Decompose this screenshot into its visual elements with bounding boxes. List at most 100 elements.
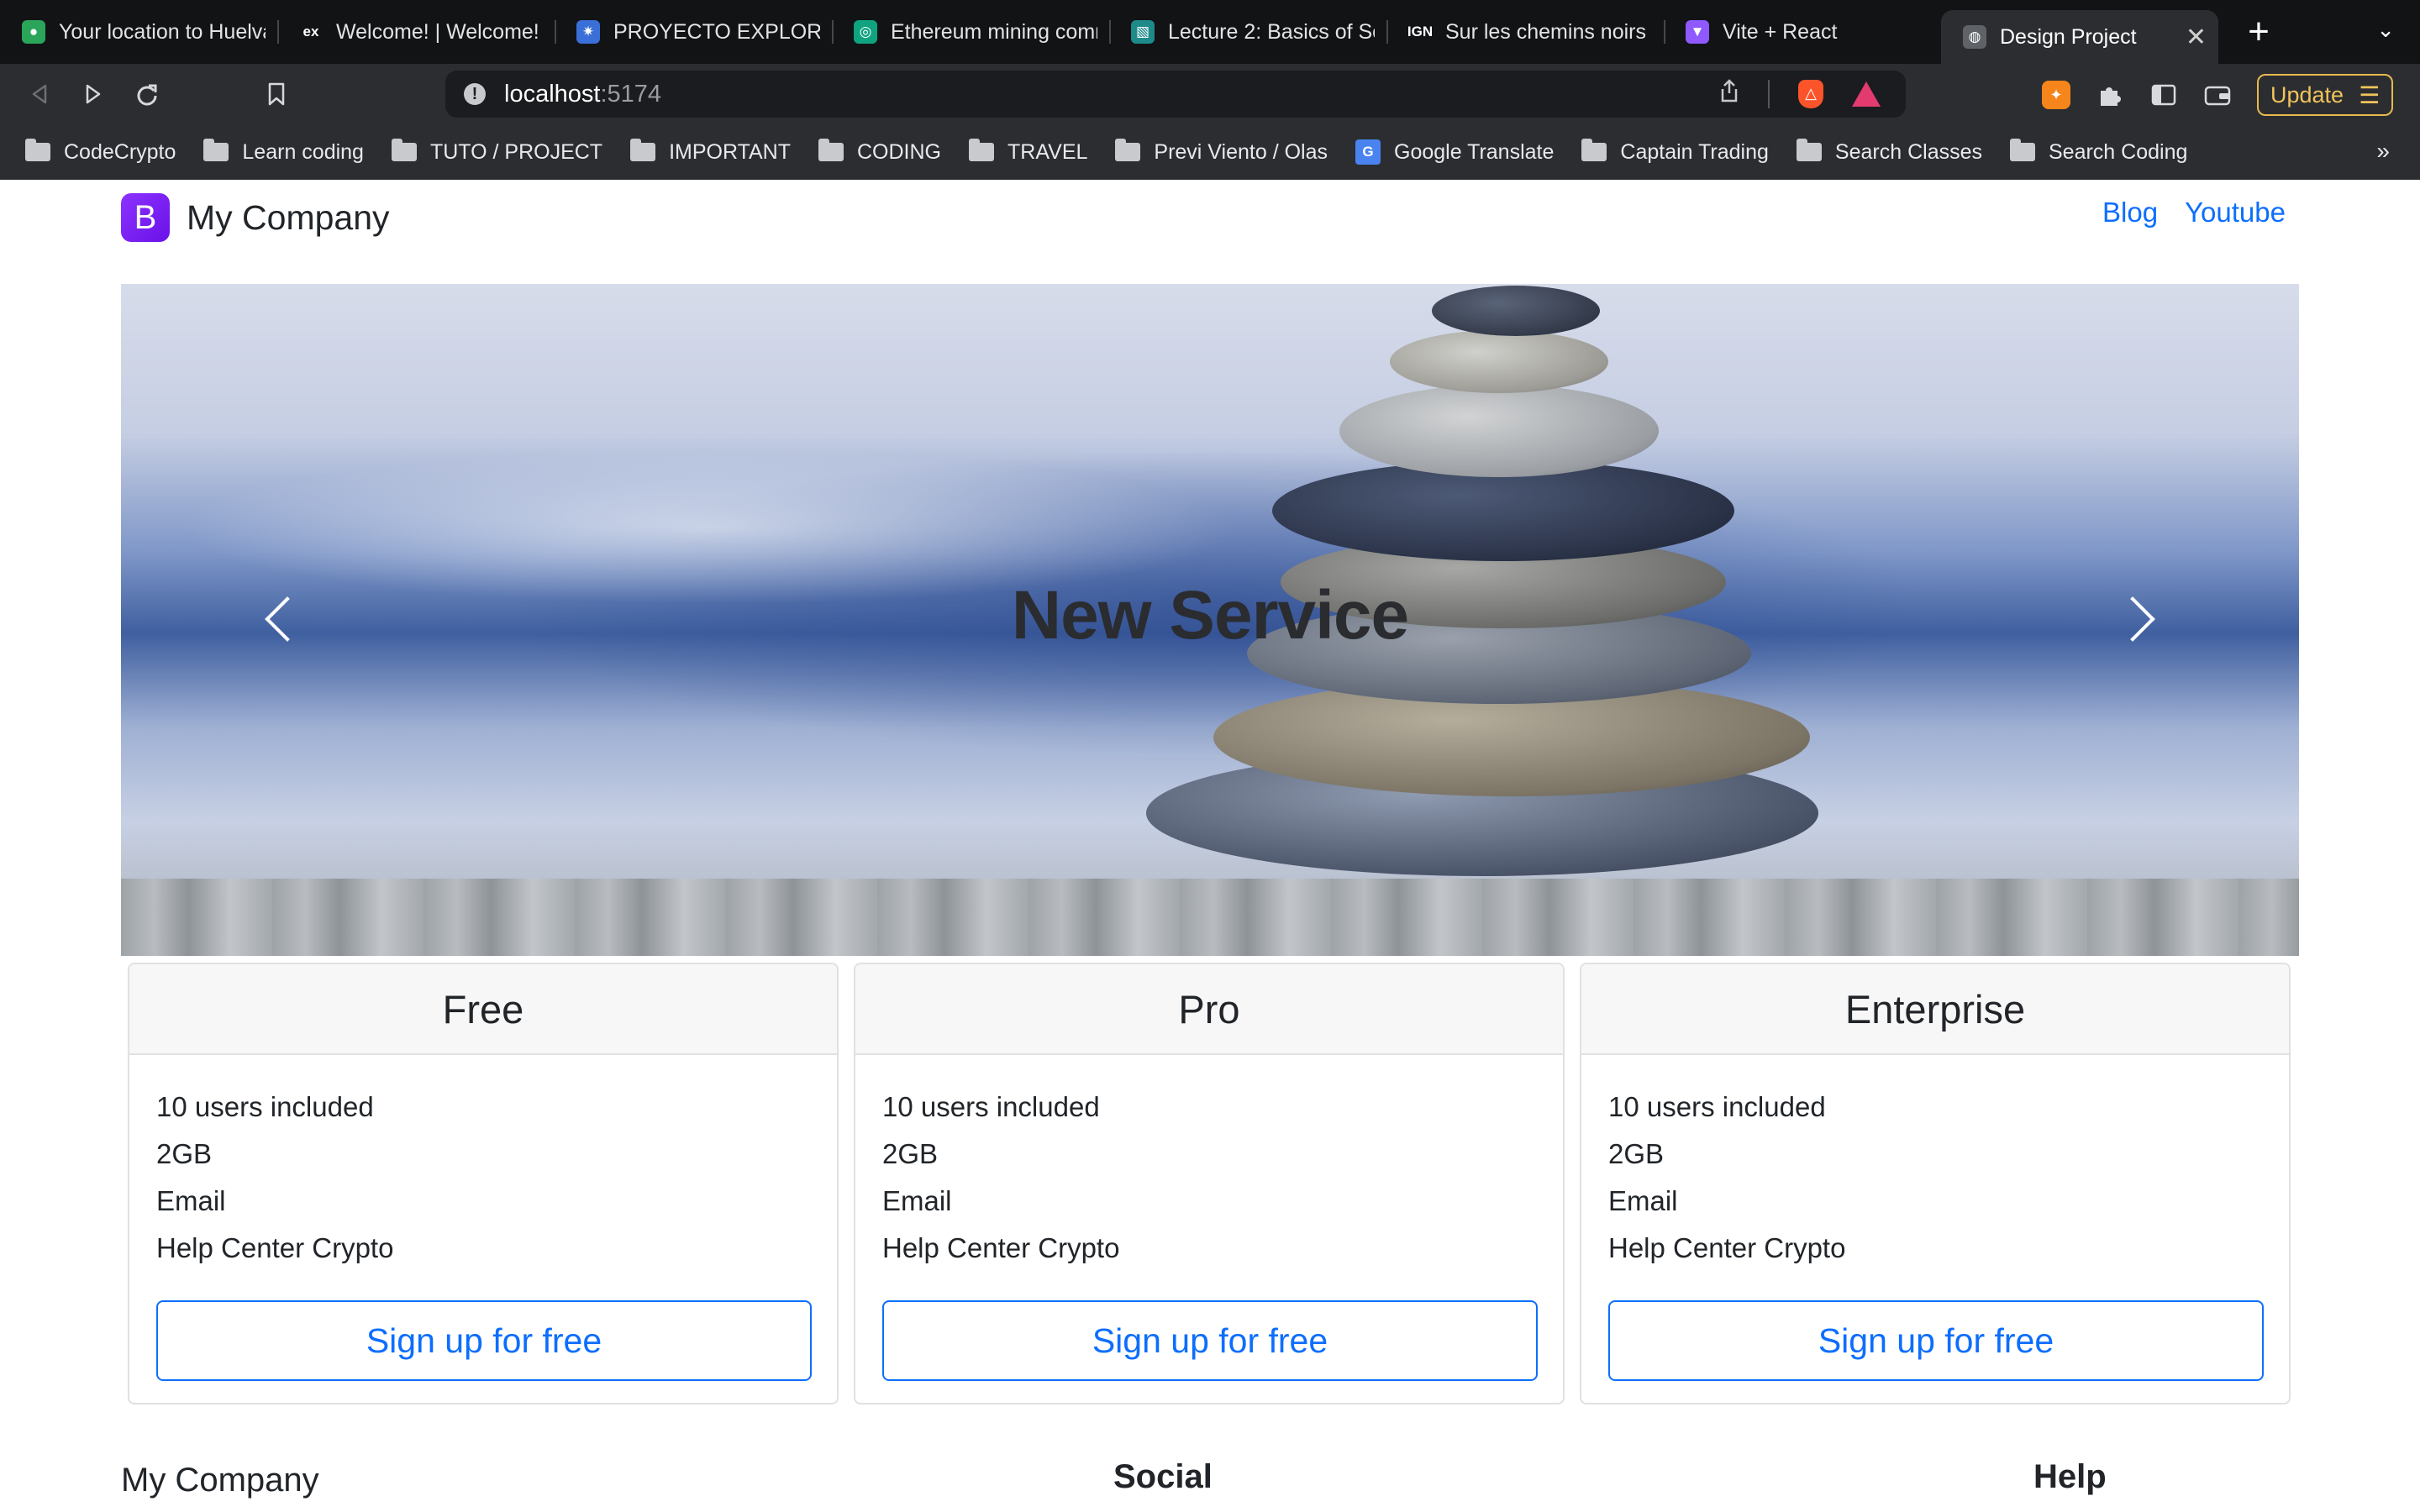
bookmark-item[interactable]: Search Coding bbox=[2010, 139, 2187, 165]
brave-shields-icon[interactable]: △ bbox=[1798, 79, 1823, 108]
browser-tab[interactable]: ex Welcome! | Welcome! | bbox=[277, 0, 555, 64]
bookmark-label: Google Translate bbox=[1394, 139, 1555, 164]
update-label: Update bbox=[2270, 81, 2344, 108]
chevron-left-icon bbox=[265, 596, 310, 642]
tab-title: Vite + React bbox=[1723, 19, 1838, 44]
forward-button[interactable] bbox=[79, 80, 108, 108]
url-host: localhost bbox=[504, 80, 601, 108]
sidebar-glyph bbox=[2151, 84, 2176, 106]
tab-search-chevron-icon[interactable]: ⌄ bbox=[2376, 17, 2395, 43]
more-bookmarks-button[interactable]: » bbox=[2376, 138, 2390, 165]
metamask-extension-icon[interactable]: ✦ bbox=[2042, 81, 2070, 109]
bookmark-item[interactable]: Captain Trading bbox=[1581, 139, 1769, 165]
reload-icon bbox=[137, 84, 157, 106]
forward-arrow-icon bbox=[86, 84, 101, 104]
browser-tab[interactable]: ▼ Vite + React bbox=[1664, 0, 1941, 64]
plan-feature: 2GB bbox=[1608, 1138, 1665, 1169]
reload-button[interactable] bbox=[133, 80, 161, 108]
brave-rewards-icon[interactable] bbox=[1852, 81, 1881, 107]
bookmark-label: TRAVEL bbox=[1007, 139, 1088, 164]
plan-body: 10 users included 2GB Email Help Center Cry… bbox=[129, 1055, 837, 1381]
carousel-prev-button[interactable] bbox=[255, 590, 310, 648]
browser-tab[interactable]: ✷ PROYECTO EXPLORER bbox=[555, 0, 832, 64]
menu-icon: ☰ bbox=[2359, 81, 2381, 108]
nav-link-youtube[interactable]: Youtube bbox=[2185, 197, 2286, 228]
footer-help-heading: Help bbox=[2033, 1458, 2107, 1495]
pricing-card-enterprise: Enterprise 10 users included 2GB Email Help … bbox=[1580, 963, 2291, 1404]
tab-title: Your location to Huelva bbox=[59, 19, 266, 44]
folder-icon bbox=[2010, 139, 2035, 161]
browser-tab[interactable]: ◎ Ethereum mining comm bbox=[832, 0, 1109, 64]
url-text[interactable]: localhost:5174 bbox=[504, 81, 661, 108]
tab-title: Lecture 2: Basics of So bbox=[1168, 19, 1375, 44]
folder-icon bbox=[1581, 139, 1607, 161]
plan-feature: 10 users included bbox=[1608, 1091, 1826, 1122]
new-tab-button[interactable]: + bbox=[2242, 11, 2275, 53]
hero-image-deck bbox=[121, 879, 2299, 956]
bookmark-label: TUTO / PROJECT bbox=[429, 139, 603, 164]
browser-tab[interactable]: ◍ Design Project ✕ bbox=[1941, 10, 2218, 64]
tab-title: PROYECTO EXPLORER bbox=[613, 19, 820, 44]
plan-feature: Email bbox=[156, 1185, 226, 1216]
folder-icon bbox=[818, 139, 844, 161]
share-glyph bbox=[1721, 79, 1738, 102]
bookmark-item[interactable]: Previ Viento / Olas bbox=[1115, 139, 1328, 165]
update-button[interactable]: Update ☰ bbox=[2257, 74, 2393, 116]
browser-tab[interactable]: IGN Sur les chemins noirs bbox=[1386, 0, 1664, 64]
url-port: :5174 bbox=[600, 80, 662, 108]
site-info-icon[interactable]: ! bbox=[464, 83, 486, 105]
toolbar-right-actions: ✦ Update ☰ bbox=[2042, 74, 2393, 116]
back-button[interactable] bbox=[25, 80, 54, 108]
wallet-glyph bbox=[2204, 86, 2231, 106]
plan-feature: 2GB bbox=[882, 1138, 939, 1169]
share-icon[interactable] bbox=[1719, 79, 1739, 108]
puzzle-glyph bbox=[2101, 87, 2121, 106]
bookmarks-bar: CodeCrypto Learn coding TUTO / PROJECT IMPO… bbox=[0, 124, 2420, 180]
plan-feature: 10 users included bbox=[156, 1091, 374, 1122]
favicon-icon: ✷ bbox=[576, 20, 600, 44]
favicon-icon: IGN bbox=[1407, 20, 1433, 44]
bookmark-label: Learn coding bbox=[242, 139, 364, 164]
hero-title: New Service bbox=[1011, 577, 1409, 654]
browser-tab[interactable]: ● Your location to Huelva bbox=[0, 0, 277, 64]
bookmarks-list: CodeCrypto Learn coding TUTO / PROJECT IMPO… bbox=[25, 139, 2215, 165]
bookmark-page-button[interactable] bbox=[262, 80, 291, 108]
bookmark-item[interactable]: G Google Translate bbox=[1355, 139, 1554, 165]
bookmark-item[interactable]: TUTO / PROJECT bbox=[391, 139, 603, 165]
plan-feature: Help Center Crypto bbox=[882, 1232, 1120, 1263]
tab-bar: ● Your location to Huelva ex Welcome! | Wel… bbox=[0, 0, 2420, 64]
bookmark-label: CODING bbox=[857, 139, 941, 164]
bookmark-item[interactable]: Learn coding bbox=[203, 139, 364, 165]
browser-toolbar: ! localhost:5174 △ ✦ Update ☰ bbox=[0, 64, 2420, 124]
bookmark-item[interactable]: Search Classes bbox=[1796, 139, 1982, 165]
plan-name: Pro bbox=[855, 964, 1563, 1055]
favicon-icon: ex bbox=[299, 20, 323, 44]
sidebar-toggle-icon[interactable] bbox=[2149, 81, 2178, 109]
brand-name: My Company bbox=[187, 197, 390, 237]
nav-link-blog[interactable]: Blog bbox=[2102, 197, 2158, 228]
wallet-icon[interactable] bbox=[2203, 81, 2232, 109]
carousel-next-button[interactable] bbox=[2110, 590, 2165, 648]
extensions-puzzle-icon[interactable] bbox=[2096, 81, 2124, 109]
bookmark-item[interactable]: IMPORTANT bbox=[630, 139, 791, 165]
plan-feature: 10 users included bbox=[882, 1091, 1100, 1122]
bookmark-item[interactable]: CodeCrypto bbox=[25, 139, 176, 165]
tab-strip: ● Your location to Huelva ex Welcome! | Wel… bbox=[0, 0, 2218, 64]
favicon-icon: ◍ bbox=[1963, 25, 1986, 49]
folder-icon bbox=[203, 139, 229, 161]
bookmark-item[interactable]: TRAVEL bbox=[969, 139, 1088, 165]
plan-name: Enterprise bbox=[1581, 964, 2289, 1055]
stone bbox=[1390, 330, 1608, 393]
back-arrow-icon bbox=[32, 84, 47, 104]
bookmark-label: Captain Trading bbox=[1620, 139, 1769, 164]
brand-link[interactable]: B My Company bbox=[121, 193, 390, 242]
sign-up-button[interactable]: Sign up for free bbox=[882, 1300, 1538, 1381]
bookmark-item[interactable]: CODING bbox=[818, 139, 941, 165]
close-tab-icon[interactable]: ✕ bbox=[2186, 23, 2207, 52]
browser-tab[interactable]: ▧ Lecture 2: Basics of So bbox=[1109, 0, 1386, 64]
bootstrap-logo-icon: B bbox=[121, 193, 170, 242]
tab-title: Sur les chemins noirs bbox=[1445, 19, 1646, 44]
sign-up-button[interactable]: Sign up for free bbox=[156, 1300, 812, 1381]
address-bar[interactable]: ! localhost:5174 △ bbox=[445, 71, 1906, 118]
sign-up-button[interactable]: Sign up for free bbox=[1608, 1300, 2264, 1381]
